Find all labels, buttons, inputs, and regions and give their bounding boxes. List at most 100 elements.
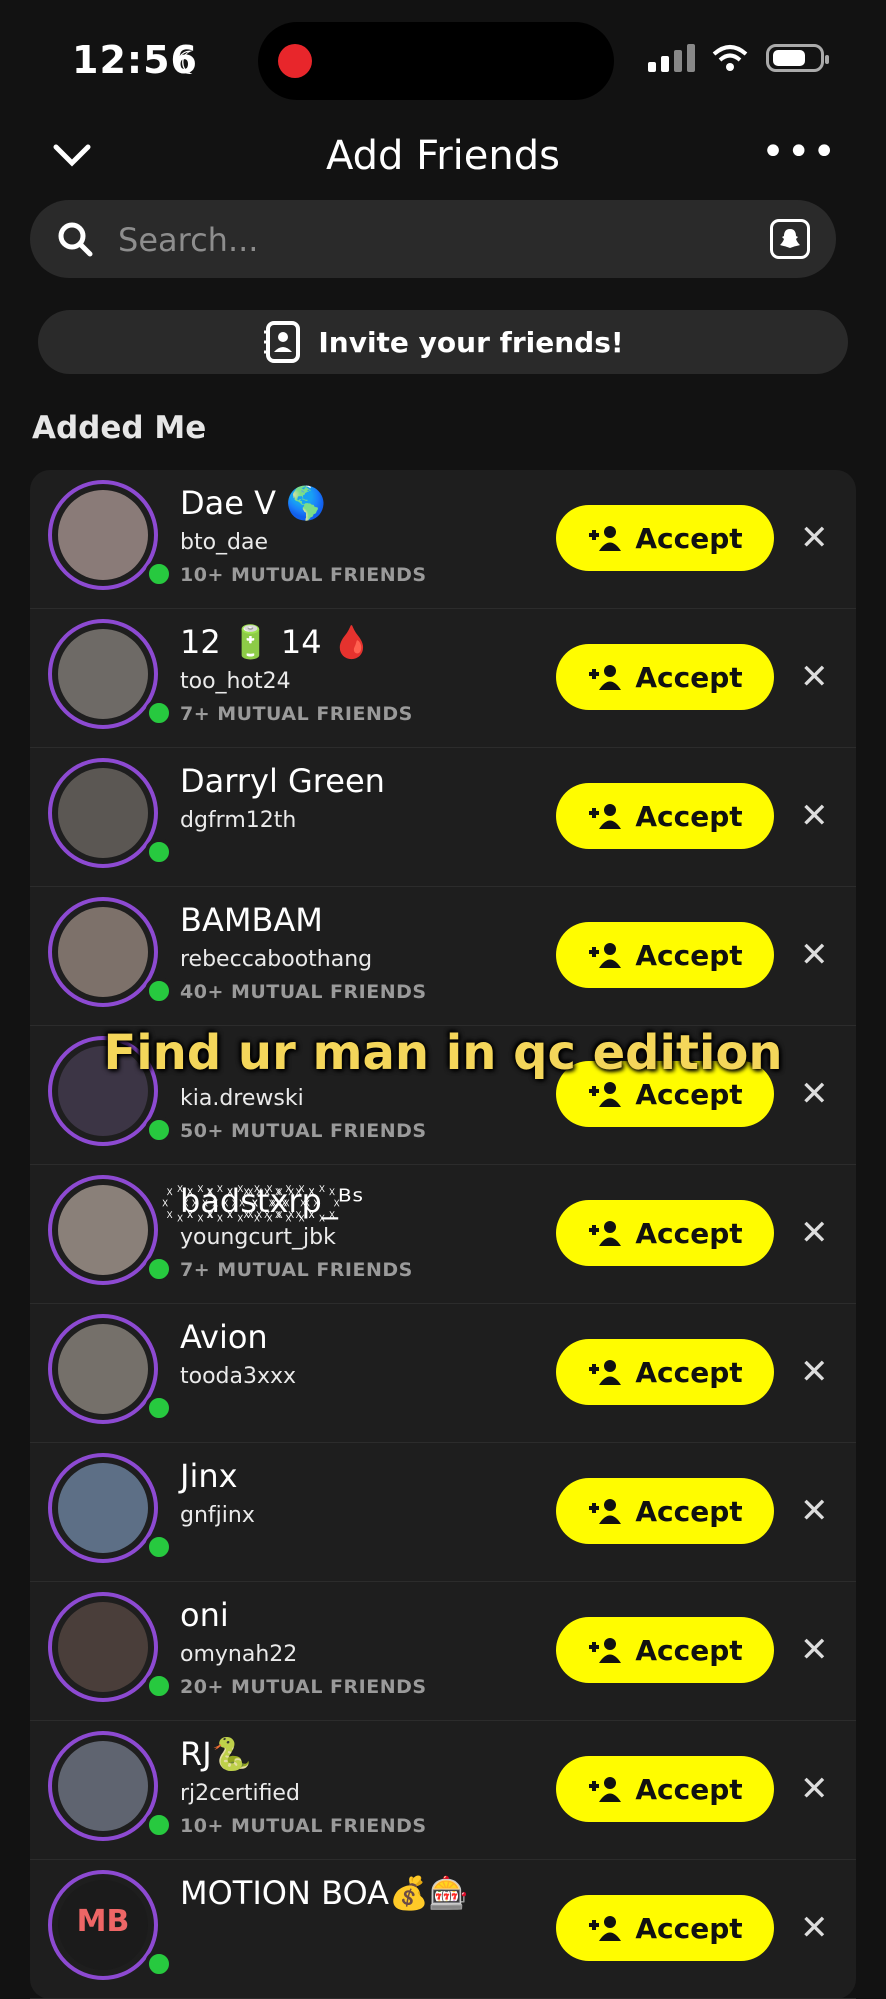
- mutual-friends-count: 10+ MUTUAL FRIENDS: [180, 564, 427, 586]
- signal-icon: [648, 44, 700, 72]
- friend-request-row[interactable]: ꙰b꙰a꙰d꙰s꙰t꙰x꙰r꙰p꙰_ᴮˢ youngcurt_jbk 7+ MU…: [30, 1165, 856, 1304]
- page-title: Add Friends: [325, 133, 560, 179]
- avatar-image: [58, 1324, 148, 1414]
- avatar-initials: MB: [76, 1904, 130, 1939]
- avatar[interactable]: [48, 1314, 158, 1424]
- username: rj2certified: [180, 1781, 300, 1806]
- friend-request-row[interactable]: BAMBAM rebeccaboothang 40+ MUTUAL FRIEND…: [30, 887, 856, 1026]
- add-friend-icon: [589, 1499, 622, 1524]
- accept-label: Accept: [635, 1216, 743, 1250]
- mutual-friends-count: 7+ MUTUAL FRIENDS: [180, 1259, 413, 1281]
- mutual-friends-count: 50+ MUTUAL FRIENDS: [180, 1120, 427, 1142]
- username: bto_dae: [180, 530, 269, 555]
- add-friend-icon: [589, 1221, 622, 1246]
- dismiss-icon[interactable]: ✕: [800, 1630, 829, 1670]
- avatar[interactable]: MB: [48, 1870, 158, 1980]
- add-friend-icon: [589, 1638, 622, 1663]
- search-input[interactable]: [116, 214, 720, 266]
- friend-request-row[interactable]: Jinx gnfjinx Accept ✕: [30, 1443, 856, 1582]
- add-friend-icon: [589, 665, 622, 690]
- dismiss-icon[interactable]: ✕: [800, 796, 829, 836]
- accept-button[interactable]: Accept: [556, 1617, 774, 1683]
- contacts-icon: [264, 321, 301, 363]
- avatar[interactable]: [48, 1175, 158, 1285]
- avatar[interactable]: [48, 1592, 158, 1702]
- dismiss-icon[interactable]: ✕: [800, 935, 829, 975]
- username: rebeccaboothang: [180, 947, 373, 972]
- add-friend-icon: [589, 1360, 622, 1385]
- accept-button[interactable]: Accept: [556, 1756, 774, 1822]
- dismiss-icon[interactable]: ✕: [800, 1908, 829, 1948]
- friend-request-row[interactable]: Darryl Green dgfrm12th Accept ✕: [30, 748, 856, 887]
- dismiss-icon[interactable]: ✕: [800, 518, 829, 558]
- username: gnfjinx: [180, 1503, 255, 1528]
- username: too_hot24: [180, 669, 291, 694]
- wifi-icon: [712, 45, 748, 71]
- avatar[interactable]: [48, 1731, 158, 1841]
- avatar-image: [58, 768, 148, 858]
- accept-button[interactable]: Accept: [556, 1200, 774, 1266]
- avatar[interactable]: [48, 619, 158, 729]
- display-name: Dae V 🌎: [180, 484, 327, 522]
- display-name: ꙰b꙰a꙰d꙰s꙰t꙰x꙰r꙰p꙰_ᴮˢ: [180, 1182, 364, 1220]
- friend-request-row[interactable]: Avion tooda3xxx Accept ✕: [30, 1304, 856, 1443]
- dismiss-icon[interactable]: ✕: [800, 1491, 829, 1531]
- accept-label: Accept: [635, 799, 743, 833]
- online-status-icon: [145, 1394, 173, 1422]
- accept-button[interactable]: Accept: [556, 783, 774, 849]
- display-name: BAMBAM: [180, 901, 323, 939]
- online-status-icon: [145, 1533, 173, 1561]
- online-status-icon: [145, 1672, 173, 1700]
- display-name: Jinx: [180, 1457, 238, 1495]
- dismiss-icon[interactable]: ✕: [800, 1769, 829, 1809]
- dismiss-icon[interactable]: ✕: [800, 1352, 829, 1392]
- friend-request-row[interactable]: MB MOTION BOA💰🎰 Accept ✕: [30, 1860, 856, 1999]
- accept-label: Accept: [635, 1911, 743, 1945]
- accept-button[interactable]: Accept: [556, 922, 774, 988]
- online-status-icon: [145, 1116, 173, 1144]
- online-status-icon: [145, 560, 173, 588]
- add-friend-icon: [589, 1082, 622, 1107]
- accept-button[interactable]: Accept: [556, 505, 774, 571]
- search-bar: [30, 200, 836, 278]
- display-name: Avion: [180, 1318, 268, 1356]
- more-options-icon[interactable]: •••: [761, 132, 838, 172]
- avatar[interactable]: [48, 897, 158, 1007]
- accept-label: Accept: [635, 660, 743, 694]
- accept-button[interactable]: Accept: [556, 1478, 774, 1544]
- avatar-image: [58, 1741, 148, 1831]
- avatar[interactable]: [48, 480, 158, 590]
- avatar-image: [58, 490, 148, 580]
- avatar-image: [58, 1185, 148, 1275]
- dismiss-icon[interactable]: ✕: [800, 1213, 829, 1253]
- accept-button[interactable]: Accept: [556, 1339, 774, 1405]
- display-name: Darryl Green: [180, 762, 385, 800]
- mutual-friends-count: 20+ MUTUAL FRIENDS: [180, 1676, 427, 1698]
- online-status-icon: [145, 1811, 173, 1839]
- username: tooda3xxx: [180, 1364, 297, 1389]
- display-name: MOTION BOA💰🎰: [180, 1874, 469, 1912]
- add-friend-icon: [589, 804, 622, 829]
- search-icon: [58, 222, 93, 257]
- friend-request-row[interactable]: 12 🔋 14 🩸 too_hot24 7+ MUTUAL FRIENDS Ac…: [30, 609, 856, 748]
- online-status-icon: [145, 1950, 173, 1978]
- invite-friends-button[interactable]: Invite your friends!: [38, 310, 848, 374]
- avatar-image: [58, 629, 148, 719]
- moon-icon: ☾: [175, 44, 204, 82]
- accept-button[interactable]: Accept: [556, 1895, 774, 1961]
- avatar-image: [58, 907, 148, 997]
- avatar[interactable]: [48, 1453, 158, 1563]
- section-title: Added Me: [32, 410, 207, 446]
- add-friend-icon: [589, 526, 622, 551]
- dismiss-icon[interactable]: ✕: [800, 657, 829, 697]
- friend-request-row[interactable]: oni omynah22 20+ MUTUAL FRIENDS Accept ✕: [30, 1582, 856, 1721]
- avatar[interactable]: [48, 758, 158, 868]
- avatar-image: [58, 1602, 148, 1692]
- accept-button[interactable]: Accept: [556, 644, 774, 710]
- online-status-icon: [145, 1255, 173, 1283]
- username: omynah22: [180, 1642, 298, 1667]
- friend-request-row[interactable]: RJ🐍 rj2certified 10+ MUTUAL FRIENDS Acce…: [30, 1721, 856, 1860]
- friend-request-row[interactable]: Dae V 🌎 bto_dae 10+ MUTUAL FRIENDS Accep…: [30, 470, 856, 609]
- snapcode-scan-icon[interactable]: [770, 219, 810, 259]
- display-name: RJ🐍: [180, 1735, 252, 1773]
